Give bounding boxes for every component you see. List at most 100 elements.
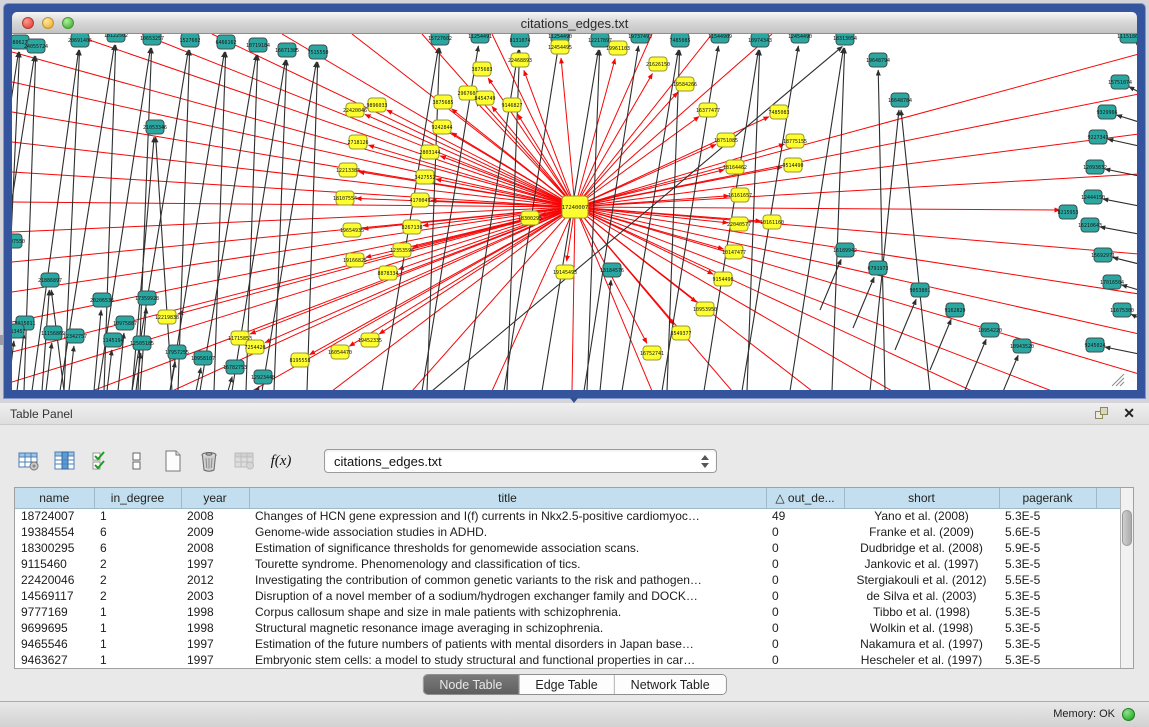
cell-short[interactable]: Hescheler et al. (1997) <box>844 652 999 668</box>
network-table-select[interactable]: citations_edges.txt <box>324 449 717 473</box>
cell-title[interactable]: Estimation of significance thresholds fo… <box>249 540 766 556</box>
cell-in_degree[interactable]: 1 <box>94 652 181 668</box>
cell-year[interactable]: 1997 <box>181 556 249 572</box>
graph-node[interactable]: 9514490 <box>782 158 803 172</box>
show-column-button[interactable] <box>50 446 80 476</box>
graph-node[interactable]: 13184576 <box>600 263 624 277</box>
graph-node[interactable]: 12353594 <box>390 243 414 257</box>
cell-title[interactable]: Structural magnetic resonance image aver… <box>249 620 766 636</box>
citation-network-graph[interactable]: 9806274240557242069140618122502106532571… <box>12 34 1137 390</box>
cell-out_de...[interactable]: 0 <box>766 588 844 604</box>
graph-node[interactable]: 9162829 <box>944 303 965 317</box>
cell-in_degree[interactable]: 1 <box>94 620 181 636</box>
graph-node[interactable]: 3875685 <box>432 95 453 109</box>
cell-year[interactable]: 1998 <box>181 604 249 620</box>
cell-in_degree[interactable]: 1 <box>94 508 181 524</box>
cell-short[interactable]: Nakamura et al. (1997) <box>844 636 999 652</box>
cell-title[interactable]: Corpus callosum shape and size in male p… <box>249 604 766 620</box>
graph-node[interactable]: 16189942 <box>833 243 857 257</box>
graph-node[interactable]: 19648794 <box>866 53 890 67</box>
graph-node[interactable]: 17016504 <box>1100 275 1124 289</box>
graph-node[interactable]: 9329966 <box>1096 105 1117 119</box>
graph-node[interactable]: 16782753 <box>223 360 247 374</box>
cell-short[interactable]: Jankovic et al. (1997) <box>844 556 999 572</box>
table-vertical-scrollbar[interactable] <box>1120 488 1133 668</box>
graph-node[interactable]: 6466162 <box>215 35 236 49</box>
table-row[interactable]: 969969511998Structural magnetic resonanc… <box>15 620 1122 636</box>
cell-pagerank[interactable]: 5.6E-5 <box>999 524 1096 540</box>
left-splitter-handle[interactable] <box>0 335 3 345</box>
cell-short[interactable]: Wolkin et al. (1998) <box>844 620 999 636</box>
graph-node[interactable]: 7515550 <box>307 45 328 59</box>
graph-node[interactable]: 19737493 <box>628 34 652 43</box>
tab-node-table[interactable]: Node Table <box>423 675 519 694</box>
cell-name[interactable]: 9465546 <box>15 636 94 652</box>
graph-node[interactable]: 1527602 <box>179 34 200 47</box>
cell-year[interactable]: 2012 <box>181 572 249 588</box>
cell-year[interactable]: 2008 <box>181 540 249 556</box>
cell-out_de...[interactable]: 0 <box>766 556 844 572</box>
cell-pagerank[interactable]: 5.3E-5 <box>999 556 1096 572</box>
graph-node[interactable]: 12219838 <box>155 310 179 324</box>
graph-node[interactable]: 19961103 <box>606 41 630 55</box>
graph-node[interactable]: 16752741 <box>640 346 664 360</box>
cell-short[interactable]: de Silva et al. (2003) <box>844 588 999 604</box>
cell-in_degree[interactable]: 1 <box>94 604 181 620</box>
tab-network-table[interactable]: Network Table <box>615 675 726 694</box>
cell-title[interactable]: Embryonic stem cells: a model to study s… <box>249 652 766 668</box>
cell-name[interactable]: 9115460 <box>15 556 94 572</box>
graph-node[interactable]: 3427552 <box>414 170 435 184</box>
graph-node[interactable]: 7485083 <box>768 105 789 119</box>
graph-node[interactable]: 7254420 <box>244 340 265 354</box>
graph-node[interactable]: 16377477 <box>696 103 720 117</box>
graph-node[interactable]: 1145194 <box>102 333 123 347</box>
graph-node[interactable]: 4170049 <box>409 193 430 207</box>
cell-year[interactable]: 2003 <box>181 588 249 604</box>
cell-in_degree[interactable]: 2 <box>94 572 181 588</box>
function-builder-button[interactable]: f(x) <box>266 446 296 476</box>
graph-node[interactable]: 12454495 <box>548 40 572 54</box>
graph-node[interactable]: 16161657 <box>728 188 752 202</box>
cell-pagerank[interactable]: 5.3E-5 <box>999 508 1096 524</box>
cell-pagerank[interactable]: 5.9E-5 <box>999 540 1096 556</box>
graph-node[interactable]: 8131074 <box>509 34 530 47</box>
graph-node[interactable]: 18122502 <box>104 34 128 42</box>
graph-node[interactable]: 15692971 <box>1091 248 1115 262</box>
graph-node[interactable]: 8549377 <box>670 326 691 340</box>
table-row[interactable]: 946362711997Embryonic stem cells: a mode… <box>15 652 1122 668</box>
graph-node[interactable]: 18313054 <box>833 34 857 45</box>
cell-pagerank[interactable]: 5.3E-5 <box>999 604 1096 620</box>
table-row[interactable]: 977716911998Corpus callosum shape and si… <box>15 604 1122 620</box>
graph-node[interactable]: 19584266 <box>673 77 697 91</box>
scrollbar-thumb[interactable] <box>1122 510 1132 546</box>
network-canvas[interactable]: 9806274240557242069140618122502106532571… <box>12 34 1137 390</box>
delete-column-button[interactable] <box>194 446 224 476</box>
graph-node[interactable]: 18300295 <box>518 211 542 225</box>
graph-node[interactable]: 15727602 <box>428 34 452 45</box>
column-header-in_degree[interactable]: in_degree <box>94 488 181 508</box>
graph-node[interactable]: 3913457 <box>12 324 26 338</box>
graph-node[interactable]: 9227343 <box>1087 130 1108 144</box>
cell-short[interactable]: Yano et al. (2008) <box>844 508 999 524</box>
cell-in_degree[interactable]: 6 <box>94 524 181 540</box>
graph-node[interactable]: 17359928 <box>135 291 159 305</box>
cell-year[interactable]: 1997 <box>181 652 249 668</box>
cell-title[interactable]: Investigating the contribution of common… <box>249 572 766 588</box>
cell-out_de...[interactable]: 0 <box>766 620 844 636</box>
graph-node[interactable]: 17957255 <box>165 345 189 359</box>
select-all-columns-button[interactable] <box>86 446 116 476</box>
column-header-short[interactable]: short <box>844 488 999 508</box>
cell-name[interactable]: 9699695 <box>15 620 94 636</box>
graph-node[interactable]: 11254491 <box>468 34 492 43</box>
cell-title[interactable]: Estimation of the future numbers of pati… <box>249 636 766 652</box>
table-row[interactable]: 1938455462009Genome-wide association stu… <box>15 524 1122 540</box>
graph-node[interactable]: 9896033 <box>366 98 387 112</box>
graph-node[interactable]: 19166825 <box>343 253 367 267</box>
column-header-name[interactable]: name <box>15 488 94 508</box>
cell-name[interactable]: 9463627 <box>15 652 94 668</box>
cell-name[interactable]: 9777169 <box>15 604 94 620</box>
cell-name[interactable]: 18300295 <box>15 540 94 556</box>
graph-node[interactable]: 8215953 <box>1057 205 1078 219</box>
graph-node[interactable]: 9245024 <box>1084 338 1105 352</box>
graph-node[interactable]: 21626150 <box>646 57 670 71</box>
